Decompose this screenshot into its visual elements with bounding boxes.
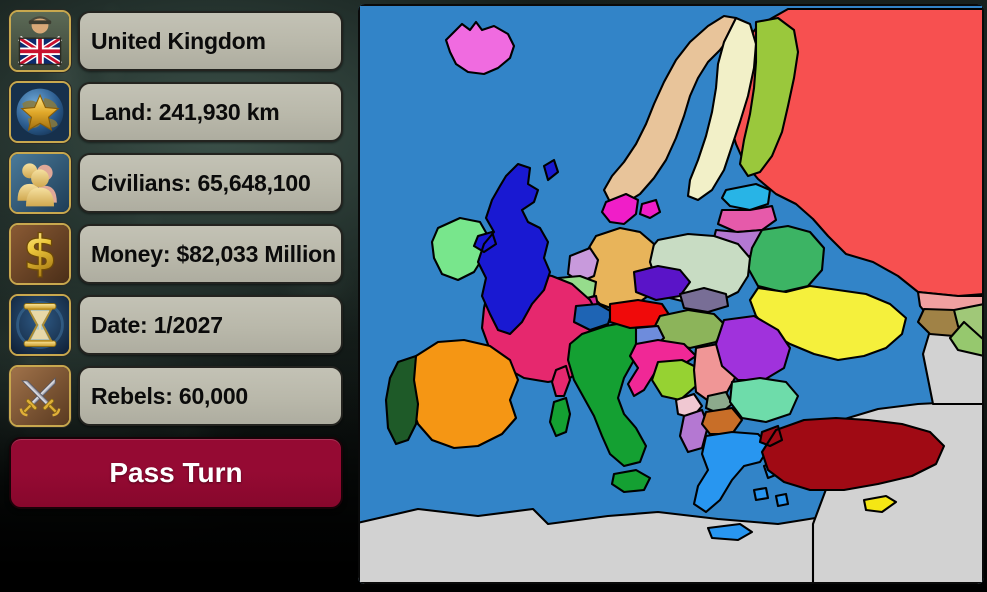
stat-panel-money[interactable]: Money: $82,033 Million bbox=[78, 224, 343, 284]
island-sardinia[interactable] bbox=[548, 396, 572, 438]
country-spain[interactable] bbox=[406, 338, 520, 450]
stat-row-money[interactable]: $ Money: $82,033 Million bbox=[9, 222, 352, 286]
leader-flag-icon[interactable] bbox=[9, 10, 71, 72]
people-icon[interactable] bbox=[9, 152, 71, 214]
stat-panel-rebels[interactable]: Rebels: 60,000 bbox=[78, 366, 343, 426]
map-svg[interactable] bbox=[358, 4, 984, 584]
date-label: Date: 1/2027 bbox=[91, 311, 223, 338]
money-label: Money: $82,033 Million bbox=[91, 240, 336, 267]
stat-row-country[interactable]: United Kingdom bbox=[9, 9, 352, 73]
stat-panel-land[interactable]: Land: 241,930 km bbox=[78, 82, 343, 142]
stat-row-land[interactable]: Land: 241,930 km bbox=[9, 80, 352, 144]
pass-turn-button[interactable]: Pass Turn bbox=[9, 437, 343, 509]
stat-row-civilians[interactable]: Civilians: 65,648,100 bbox=[9, 151, 352, 215]
hourglass-icon[interactable] bbox=[9, 294, 71, 356]
pass-turn-label: Pass Turn bbox=[109, 457, 243, 488]
stat-row-rebels[interactable]: Rebels: 60,000 bbox=[9, 364, 352, 428]
stat-row-date[interactable]: Date: 1/2027 bbox=[9, 293, 352, 357]
civilians-label: Civilians: 65,648,100 bbox=[91, 169, 311, 196]
crossed-swords-icon[interactable] bbox=[9, 365, 71, 427]
stat-panel-civilians[interactable]: Civilians: 65,648,100 bbox=[78, 153, 343, 213]
land-label: Land: 241,930 km bbox=[91, 98, 280, 125]
stats-sidebar: United Kingdom Land: 241,930 km Civilian… bbox=[0, 0, 352, 592]
stat-panel-date[interactable]: Date: 1/2027 bbox=[78, 295, 343, 355]
rebels-label: Rebels: 60,000 bbox=[91, 382, 249, 409]
country-slovakia[interactable] bbox=[678, 286, 730, 314]
country-belarus[interactable] bbox=[746, 224, 826, 294]
svg-text:$: $ bbox=[23, 226, 57, 282]
stat-panel-country[interactable]: United Kingdom bbox=[78, 11, 343, 71]
country-bulgaria[interactable] bbox=[728, 376, 800, 424]
globe-star-icon[interactable] bbox=[9, 81, 71, 143]
country-name-label: United Kingdom bbox=[91, 27, 266, 54]
europe-map[interactable] bbox=[358, 4, 984, 584]
dollar-icon[interactable]: $ bbox=[9, 223, 71, 285]
country-macedonia[interactable] bbox=[700, 406, 744, 436]
game-screen: United Kingdom Land: 241,930 km Civilian… bbox=[0, 0, 987, 592]
